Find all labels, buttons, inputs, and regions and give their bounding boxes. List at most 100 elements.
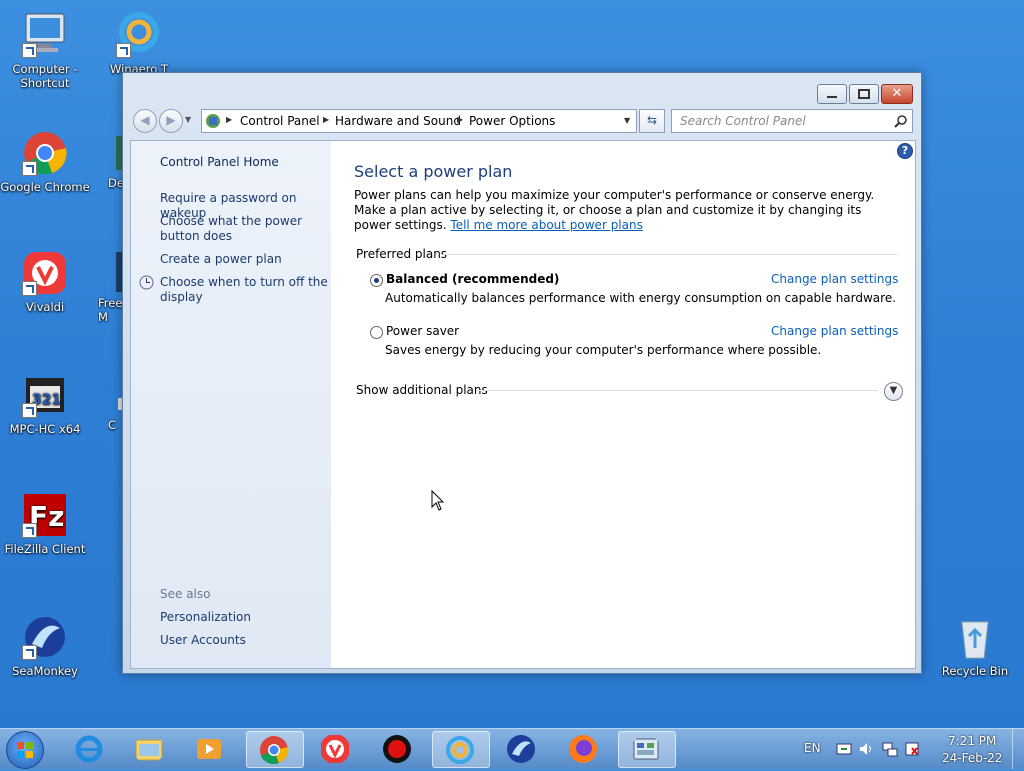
- desktop-icon-mpc[interactable]: 321 MPC-HC x64: [0, 372, 90, 436]
- balanced-plan-name[interactable]: Balanced (recommended): [386, 272, 559, 286]
- desktop-icon-label: Free M: [98, 296, 123, 324]
- recent-pages-dropdown[interactable]: ▼: [185, 115, 191, 124]
- search-box[interactable]: Search Control Panel: [671, 109, 913, 133]
- desktop-icon-vivaldi[interactable]: Vivaldi: [0, 250, 90, 314]
- see-also-label: See also: [160, 587, 211, 601]
- folder-icon: [135, 739, 163, 761]
- shortcut-arrow-icon: [22, 161, 37, 176]
- desktop-icon-recycle-bin[interactable]: Recycle Bin: [930, 614, 1020, 678]
- taskbar-firefox[interactable]: [556, 731, 612, 766]
- taskbar-seamonkey[interactable]: [494, 731, 550, 766]
- language-indicator[interactable]: EN: [804, 741, 821, 755]
- breadcrumb-control-panel[interactable]: Control Panel: [240, 114, 320, 128]
- see-also-user-accounts-link[interactable]: User Accounts: [160, 633, 330, 648]
- control-panel-icon: [633, 738, 659, 760]
- taskbar-internet-explorer[interactable]: [62, 731, 118, 766]
- show-desktop-button[interactable]: [1012, 729, 1024, 769]
- help-icon[interactable]: ?: [897, 143, 913, 159]
- maximize-button[interactable]: [849, 84, 879, 104]
- expand-chevron-icon[interactable]: ▼: [884, 382, 903, 401]
- seamonkey-icon: [507, 735, 535, 763]
- power-saver-plan-radio[interactable]: [370, 326, 383, 339]
- computer-icon: [22, 12, 68, 58]
- balanced-plan-description: Automatically balances performance with …: [385, 291, 897, 305]
- action-center-icon[interactable]: [836, 741, 852, 757]
- task-pane: Control Panel Home Require a password on…: [131, 141, 331, 668]
- search-icon[interactable]: [894, 114, 908, 128]
- shortcut-arrow-icon: [116, 43, 131, 58]
- close-button[interactable]: ✕: [881, 84, 913, 104]
- desktop-icon-label: FileZilla Client: [4, 542, 86, 556]
- sidebar-link-create-power-plan[interactable]: Create a power plan: [160, 252, 330, 267]
- shortcut-arrow-icon: [22, 43, 37, 58]
- address-bar[interactable]: ▶ Control Panel ▶ Hardware and Sound ▶ P…: [201, 109, 637, 133]
- power-saver-plan-description: Saves energy by reducing your computer's…: [385, 343, 822, 357]
- refresh-button[interactable]: ⇆: [639, 109, 665, 133]
- desktop-icon-computer[interactable]: Computer - Shortcut: [0, 12, 90, 90]
- balanced-change-plan-settings-link[interactable]: Change plan settings: [771, 272, 898, 286]
- start-button[interactable]: [6, 731, 44, 769]
- desktop-icon-label: Recycle Bin: [941, 664, 1009, 678]
- balanced-plan-radio[interactable]: [370, 274, 383, 287]
- volume-icon[interactable]: [858, 741, 874, 757]
- control-panel-home-link[interactable]: Control Panel Home: [160, 155, 330, 170]
- winaero-icon: [446, 736, 474, 764]
- taskbar-media-player[interactable]: [182, 731, 238, 766]
- forward-button[interactable]: ▶: [159, 109, 183, 133]
- search-input[interactable]: Search Control Panel: [680, 114, 806, 128]
- firefox-icon: [569, 735, 597, 763]
- chrome-icon: [22, 130, 68, 176]
- taskbar-file-explorer[interactable]: [122, 731, 178, 766]
- address-dropdown-icon[interactable]: ▼: [624, 116, 630, 125]
- show-additional-plans-label[interactable]: Show additional plans: [356, 383, 488, 397]
- windows-logo-icon: [17, 742, 33, 758]
- taskbar-recorder[interactable]: [370, 731, 426, 766]
- breadcrumb-hardware-and-sound[interactable]: Hardware and Sound: [335, 114, 461, 128]
- taskbar-control-panel[interactable]: [618, 731, 676, 768]
- taskbar-winaero[interactable]: [432, 731, 490, 768]
- desktop-icon-seamonkey[interactable]: SeaMonkey: [0, 614, 90, 678]
- sidebar-link-power-button[interactable]: Choose what the power button does: [160, 214, 330, 244]
- clock-time[interactable]: 7:21 PM: [948, 734, 996, 748]
- shortcut-arrow-icon: [22, 403, 37, 418]
- desktop-icon-label: SeaMonkey: [12, 664, 78, 678]
- taskbar-chrome[interactable]: [246, 731, 304, 768]
- seamonkey-icon: [22, 614, 68, 660]
- shortcut-arrow-icon: [22, 281, 37, 296]
- recycle-bin-icon: [952, 614, 998, 660]
- power-saver-change-plan-settings-link[interactable]: Change plan settings: [771, 324, 898, 338]
- desktop-icon-label: Google Chrome: [0, 180, 90, 194]
- winaero-icon: [116, 12, 162, 58]
- sidebar-link-turn-off-display[interactable]: Choose when to turn off the display: [160, 275, 330, 305]
- chrome-icon: [260, 736, 289, 765]
- divider: [443, 254, 897, 255]
- filezilla-icon: Fz: [22, 492, 68, 538]
- preferred-plans-label: Preferred plans: [356, 247, 448, 261]
- title-bar[interactable]: ✕: [123, 73, 921, 111]
- clock-icon: [139, 275, 154, 293]
- main-pane: ? Select a power plan Power plans can he…: [331, 141, 915, 668]
- back-button[interactable]: ◀: [133, 109, 157, 133]
- power-saver-plan-name[interactable]: Power saver: [386, 324, 459, 338]
- desktop-icon-filezilla[interactable]: Fz FileZilla Client: [0, 492, 90, 556]
- tell-me-more-link[interactable]: Tell me more about power plans: [450, 218, 642, 232]
- network-icon[interactable]: [882, 741, 898, 757]
- desktop-icon-winaero[interactable]: Winaero T: [94, 12, 184, 76]
- navigation-bar: ◀ ▶ ▼ ▶ Control Panel ▶ Hardware and Sou…: [131, 109, 913, 133]
- taskbar-vivaldi[interactable]: [308, 731, 364, 766]
- internet-explorer-icon: [75, 735, 103, 763]
- media-player-icon: [197, 739, 221, 759]
- breadcrumb-power-options[interactable]: Power Options: [469, 114, 555, 128]
- desktop-icon-label: MPC-HC x64: [9, 422, 81, 436]
- minimize-button[interactable]: [817, 84, 847, 104]
- page-description: Power plans can help you maximize your c…: [354, 188, 894, 233]
- taskbar: EN 7:21 PM 24-Feb-22: [0, 728, 1024, 769]
- desktop-icon-chrome[interactable]: Google Chrome: [0, 130, 90, 194]
- shortcut-arrow-icon: [22, 645, 37, 660]
- see-also-personalization-link[interactable]: Personalization: [160, 610, 330, 625]
- breadcrumb-separator-icon: ▶: [323, 115, 330, 124]
- clock-date[interactable]: 24-Feb-22: [942, 751, 1002, 765]
- divider: [476, 390, 878, 391]
- desktop-icon-label: Vivaldi: [25, 300, 65, 314]
- flag-icon[interactable]: [904, 741, 920, 757]
